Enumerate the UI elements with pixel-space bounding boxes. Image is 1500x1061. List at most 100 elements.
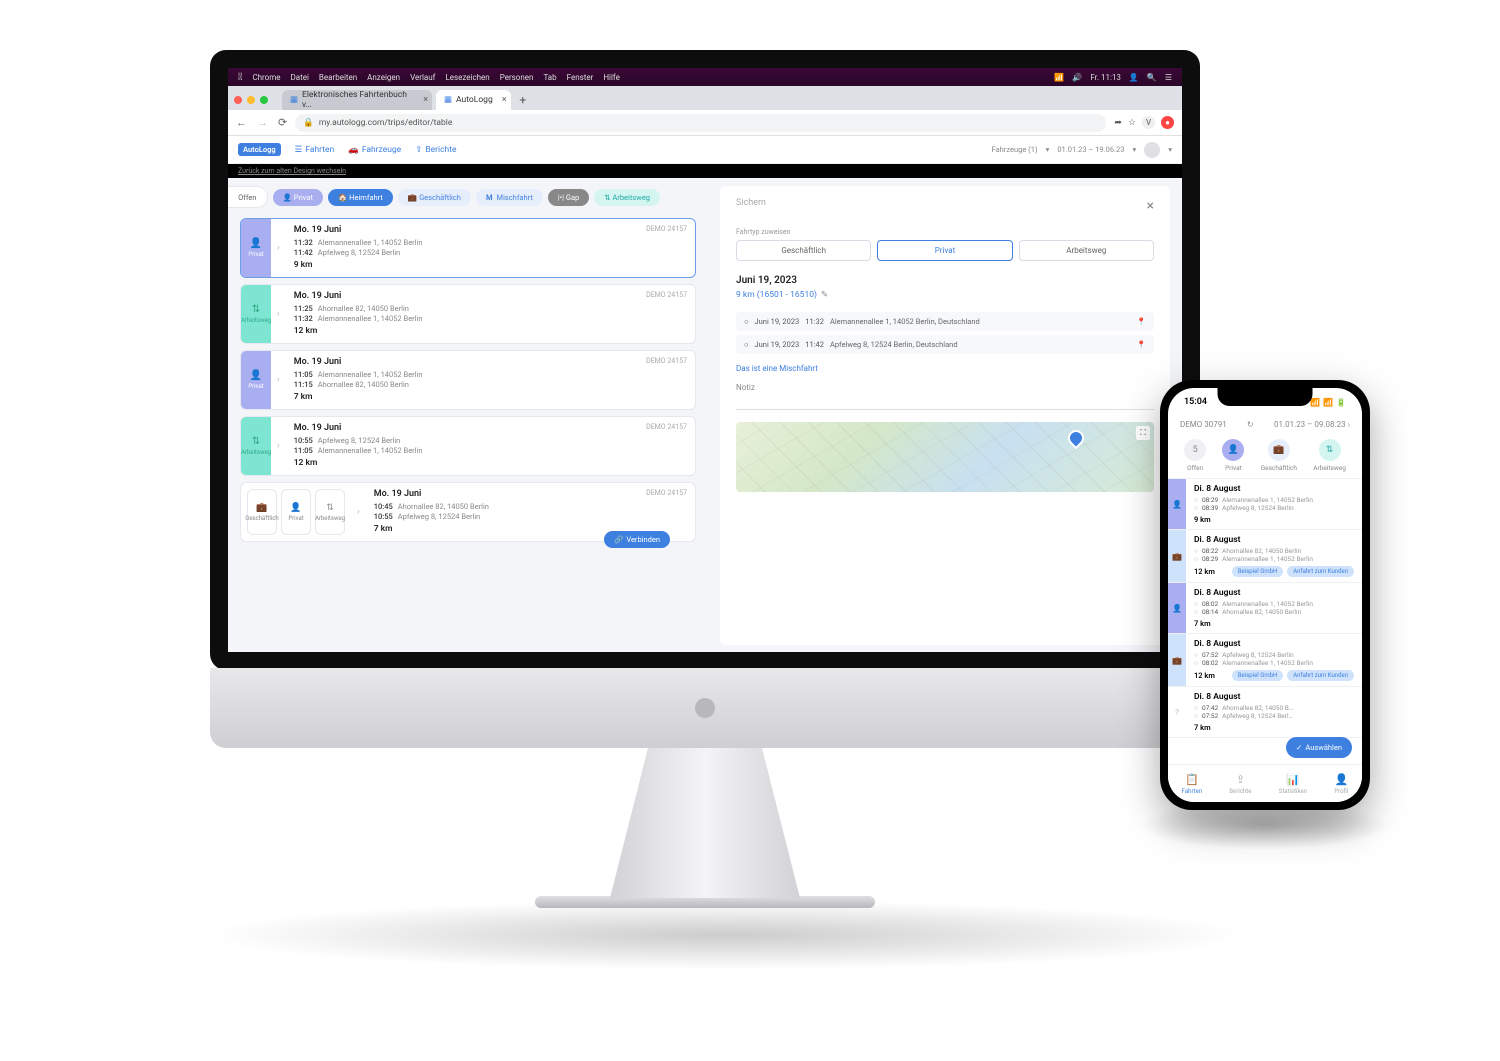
- mischfahrt-link[interactable]: Das ist eine Mischfahrt: [736, 364, 1154, 373]
- star-icon[interactable]: ☆: [1128, 118, 1136, 128]
- trip-map[interactable]: ⛶: [736, 422, 1154, 492]
- search-icon[interactable]: 🔍: [1147, 73, 1157, 82]
- trip-card[interactable]: ⇅Arbeitsweg›Mo. 19 JuniDEMO 2415710:55Ap…: [240, 416, 696, 476]
- filter-mischfahrt[interactable]: M Mischfahrt: [476, 189, 543, 206]
- clock: Fr. 11:13: [1090, 73, 1121, 82]
- chevron-right-icon: ›: [271, 351, 286, 409]
- address-bar[interactable]: 🔒 my.autologg.com/trips/editor/table: [295, 114, 1106, 132]
- sync-icon[interactable]: ↻: [1247, 420, 1254, 429]
- filter-geschäftlich[interactable]: 💼 Geschäftlich: [398, 189, 471, 206]
- nav-fahrzeuge[interactable]: 🚗 Fahrzeuge: [348, 145, 401, 155]
- phone-filter-privat[interactable]: 👤Privat: [1222, 439, 1244, 472]
- browser-toolbar: ← → ⟳ 🔒 my.autologg.com/trips/editor/tab…: [228, 110, 1182, 136]
- old-design-link[interactable]: Zurück zum alten Design wechseln: [228, 164, 1182, 178]
- window-controls[interactable]: [234, 96, 268, 110]
- app-logo[interactable]: AutoLogg: [238, 143, 281, 156]
- select-fab[interactable]: ✓ Auswählen: [1286, 737, 1352, 758]
- notiz-input[interactable]: [736, 396, 1154, 410]
- phone-tab-fahrten[interactable]: 📋Fahrten: [1182, 773, 1202, 795]
- menu-item[interactable]: Anzeigen: [367, 73, 400, 82]
- share-icon[interactable]: ➦: [1114, 118, 1122, 128]
- type-geschaeftlich[interactable]: Geschäftlich: [736, 240, 871, 261]
- trip-tag: Anfahrt zum Kunden: [1287, 566, 1354, 577]
- phone-trip-card[interactable]: 💼Di. 8 August○07:52Apfelweg 8, 12524 Ber…: [1168, 634, 1362, 687]
- tab-title: Elektronisches Fahrtenbuch v…: [302, 90, 414, 110]
- close-icon[interactable]: ×: [423, 95, 428, 105]
- menu-item[interactable]: Lesezeichen: [445, 73, 489, 82]
- assign-privat[interactable]: 👤Privat: [281, 489, 311, 535]
- phone-tab-berichte[interactable]: ⇪Berichte: [1229, 773, 1251, 795]
- menu-item[interactable]: Bearbeiten: [319, 73, 357, 82]
- save-button[interactable]: Sichern: [736, 198, 766, 214]
- phone-trip-list[interactable]: 👤Di. 8 August○08:29Alemannenallee 1, 140…: [1168, 479, 1362, 767]
- phone-trip-card[interactable]: 👤Di. 8 August○08:29Alemannenallee 1, 140…: [1168, 479, 1362, 530]
- menu-icon[interactable]: ☰: [1165, 73, 1172, 82]
- forward-icon[interactable]: →: [257, 116, 268, 129]
- tab-title: AutoLogg: [456, 95, 493, 105]
- new-tab-button[interactable]: +: [515, 92, 531, 108]
- nav-berichte[interactable]: ⇪ Berichte: [415, 145, 456, 155]
- wifi-icon[interactable]: 📶: [1054, 73, 1064, 82]
- browser-tab[interactable]: ▦ Elektronisches Fahrtenbuch v… ×: [282, 90, 432, 110]
- assign-arbeitsweg[interactable]: ⇅Arbeitsweg: [315, 489, 345, 535]
- vehicle-selector[interactable]: Fahrzeuge (1): [992, 145, 1038, 154]
- menu-item[interactable]: Personen: [500, 73, 534, 82]
- check-icon: ✓: [1296, 743, 1302, 752]
- menu-app[interactable]: Chrome: [252, 73, 280, 82]
- type-privat[interactable]: Privat: [877, 240, 1012, 261]
- user-avatar[interactable]: [1144, 142, 1160, 158]
- phone-tab-statistiken[interactable]: 📊Statistiken: [1279, 773, 1307, 795]
- nav-fahrten[interactable]: ☰ Fahrten: [295, 145, 335, 155]
- ios-clock: 15:04: [1184, 397, 1207, 407]
- phone-trip-card[interactable]: 💼Di. 8 August○08:22Ahornallee 82, 14050 …: [1168, 530, 1362, 583]
- browser-tab-active[interactable]: ▦ AutoLogg ×: [436, 90, 511, 110]
- close-icon[interactable]: ×: [502, 95, 507, 105]
- phone-tab-profil[interactable]: 👤Profil: [1334, 773, 1348, 795]
- menu-item[interactable]: Fenster: [567, 73, 594, 82]
- url-text: my.autologg.com/trips/editor/table: [319, 118, 453, 128]
- phone-trip-card[interactable]: ?Di. 8 August○07:42Ahornallee 82, 14050 …: [1168, 687, 1362, 738]
- edit-icon[interactable]: ✎: [821, 290, 828, 300]
- filter-offen[interactable]: 5Offen: [210, 186, 268, 208]
- trip-category-badge: ⇅Arbeitsweg: [241, 285, 271, 343]
- type-arbeitsweg[interactable]: Arbeitsweg: [1019, 240, 1154, 261]
- phone-filter-arbeitsweg[interactable]: ⇅Arbeitsweg: [1313, 439, 1346, 472]
- phone-tabbar: 📋Fahrten ⇪Berichte 📊Statistiken 👤Profil: [1168, 764, 1362, 802]
- trip-category-badge: 👤Privat: [241, 351, 271, 409]
- pin-icon[interactable]: 📍: [1137, 317, 1146, 326]
- extension-icon[interactable]: ●: [1161, 116, 1174, 129]
- profile-avatar[interactable]: V: [1142, 116, 1155, 129]
- close-icon[interactable]: ×: [1147, 198, 1154, 214]
- assign-geschäftlich[interactable]: 💼Geschäftlich: [247, 489, 277, 535]
- trip-card[interactable]: 👤Privat›Mo. 19 JuniDEMO 2415711:05Aleman…: [240, 350, 696, 410]
- filter-privat[interactable]: 👤 Privat: [273, 189, 323, 206]
- trip-card[interactable]: 👤Privat›Mo. 19 JuniDEMO 2415711:32Aleman…: [240, 218, 696, 278]
- menu-item[interactable]: Verlauf: [410, 73, 435, 82]
- camera-icon: [701, 55, 709, 63]
- notiz-label: Notiz: [736, 383, 1154, 392]
- phone-date-range[interactable]: 01.01.23 – 09.08.23: [1274, 420, 1346, 429]
- back-icon[interactable]: ←: [236, 116, 247, 129]
- expand-icon[interactable]: ⛶: [1136, 426, 1150, 440]
- volume-icon[interactable]: 🔊: [1072, 73, 1082, 82]
- assign-label: Fahrtyp zuweisen: [736, 228, 1154, 236]
- menu-item[interactable]: Datei: [291, 73, 309, 82]
- date-range[interactable]: 01.01.23 – 19.06.23: [1057, 145, 1124, 154]
- reload-icon[interactable]: ⟳: [278, 116, 287, 129]
- menu-item[interactable]: Hilfe: [603, 73, 620, 82]
- menu-item[interactable]: Tab: [543, 73, 556, 82]
- user-icon[interactable]: 👤: [1129, 73, 1139, 82]
- filter-heimfahrt[interactable]: 🏠 Heimfahrt: [328, 189, 393, 206]
- detail-distance[interactable]: 9 km (16501 - 16510)✎: [736, 290, 1154, 300]
- phone-filter-geschäftlich[interactable]: 💼Geschäftlich: [1261, 439, 1297, 472]
- phone-trip-card[interactable]: 👤Di. 8 August○08:02Alemannenallee 1, 140…: [1168, 583, 1362, 634]
- pin-icon[interactable]: 📍: [1137, 340, 1146, 349]
- phone-demo-label: DEMO 30791: [1180, 420, 1227, 429]
- trip-list-column: 📖 Alle Fahrten5Offen👤 Privat🏠 Heimfahrt💼…: [228, 178, 708, 653]
- phone-category-badge: 💼: [1168, 634, 1186, 686]
- trip-card[interactable]: ⇅Arbeitsweg›Mo. 19 JuniDEMO 2415711:25Ah…: [240, 284, 696, 344]
- verbinden-button[interactable]: 🔗Verbinden: [604, 531, 670, 548]
- filter-arbeitsweg[interactable]: ⇅ Arbeitsweg: [594, 189, 660, 206]
- filter-gap[interactable]: |•| Gap: [548, 189, 589, 206]
- phone-filter-offen[interactable]: 5Offen: [1184, 439, 1206, 472]
